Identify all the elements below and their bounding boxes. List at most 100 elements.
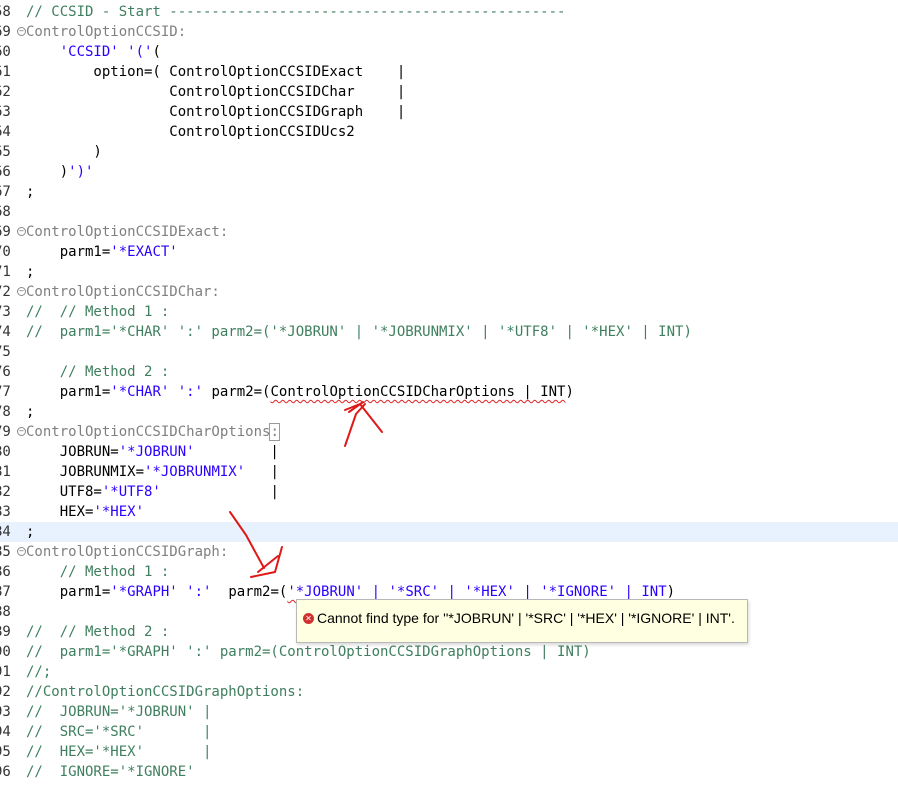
code-text: JOBRUNMIX='*JOBRUNMIX' | [26, 462, 279, 482]
code-text: JOBRUN='*JOBRUN' | [26, 442, 279, 462]
code-token: // HEX='*HEX' | [26, 744, 212, 760]
code-token: //ControlOptionCCSIDGraphOptions: [26, 684, 305, 700]
code-token: '*HEX' [93, 504, 145, 520]
code-line[interactable]: 60 'CCSID' '('( [0, 42, 898, 62]
code-token: '*UTF8' [101, 484, 161, 500]
code-line[interactable]: 62 ControlOptionCCSIDChar | [0, 82, 898, 102]
code-line[interactable]: 78; [0, 402, 898, 422]
code-line[interactable]: 58 // CCSID - Start ---------------------… [0, 2, 898, 22]
code-line[interactable]: 66 )')' [0, 162, 898, 182]
fold-toggle-icon[interactable]: − [17, 427, 26, 436]
code-token: ) [26, 164, 69, 180]
code-line[interactable]: 75 [0, 342, 898, 362]
code-line[interactable]: 69−ControlOptionCCSIDExact: [0, 222, 898, 242]
code-line[interactable]: 74 // parm1='*CHAR' ':' parm2=('*JOBRUN' … [0, 322, 898, 342]
line-number: 81 [0, 464, 11, 480]
code-line[interactable]: 85−ControlOptionCCSIDGraph: [0, 542, 898, 562]
fold-toggle-icon[interactable]: − [17, 287, 26, 296]
line-number: 95 [0, 744, 11, 760]
code-token: ) [26, 144, 102, 160]
code-text: // CCSID - Start -----------------------… [26, 2, 565, 22]
code-line[interactable]: 95 // HEX='*HEX' | [0, 742, 898, 762]
code-token: 'CCSID' '(' [59, 44, 153, 60]
line-number: 73 [0, 304, 11, 320]
code-line[interactable]: 93 // JOBRUN='*JOBRUN' | [0, 702, 898, 722]
line-number: 62 [0, 84, 11, 100]
code-text: ControlOptionCCSIDGraph: [26, 542, 228, 562]
code-line[interactable]: 90 // parm1='*GRAPH' ':' parm2=(ControlOp… [0, 642, 898, 662]
code-line[interactable]: 79−ControlOptionCCSIDCharOptions: [0, 422, 898, 442]
fold-toggle-icon[interactable]: − [17, 547, 26, 556]
code-line[interactable]: 84; [0, 522, 898, 542]
code-line[interactable]: 68 [0, 202, 898, 222]
code-line[interactable]: 67; [0, 182, 898, 202]
code-text: ; [26, 402, 34, 422]
code-line[interactable]: 61 option=( ControlOptionCCSIDExact | [0, 62, 898, 82]
code-text: //ControlOptionCCSIDGraphOptions: [26, 682, 304, 702]
code-line[interactable]: 94 // SRC='*SRC' | [0, 722, 898, 742]
code-line[interactable]: 76 // Method 2 : [0, 362, 898, 382]
code-line[interactable]: 92 //ControlOptionCCSIDGraphOptions: [0, 682, 898, 702]
code-text: // // Method 2 : [26, 622, 169, 642]
line-number: 93 [0, 704, 11, 720]
fold-toggle-icon[interactable]: − [17, 227, 26, 236]
code-line[interactable]: 80 JOBRUN='*JOBRUN' | [0, 442, 898, 462]
code-token: // parm1='*CHAR' ':' parm2=('*JOBRUN' | … [26, 324, 692, 340]
code-line[interactable]: 64 ControlOptionCCSIDUcs2 [0, 122, 898, 142]
code-line[interactable]: 81 JOBRUNMIX='*JOBRUNMIX' | [0, 462, 898, 482]
code-line[interactable]: 69−ControlOptionCCSID: [0, 22, 898, 42]
code-token: JOBRUN= [26, 444, 119, 460]
code-line[interactable]: 77 parm1='*CHAR' ':' parm2=(ControlOptio… [0, 382, 898, 402]
line-number: 71 [0, 264, 11, 280]
code-text: ; [26, 182, 34, 202]
code-text: UTF8='*UTF8' | [26, 482, 279, 502]
code-line[interactable]: 83 HEX='*HEX' [0, 502, 898, 522]
code-line[interactable]: 73 // // Method 1 : [0, 302, 898, 322]
code-line[interactable]: 65 ) [0, 142, 898, 162]
code-editor[interactable]: 58 // CCSID - Start ---------------------… [0, 0, 898, 785]
line-number: 94 [0, 724, 11, 740]
line-number: 83 [0, 504, 11, 520]
code-token: | [160, 484, 279, 500]
line-number: 67 [0, 184, 11, 200]
code-token: // IGNORE='*IGNORE' [26, 764, 195, 780]
code-line[interactable]: 63 ControlOptionCCSIDGraph | [0, 102, 898, 122]
error-message: Cannot find type for ''*JOBRUN' | '*SRC'… [317, 610, 735, 626]
code-line[interactable]: 71; [0, 262, 898, 282]
code-text: parm1='*CHAR' ':' parm2=(ControlOptionCC… [26, 382, 574, 402]
code-text: // JOBRUN='*JOBRUN' | [26, 702, 211, 722]
code-token: HEX= [26, 504, 94, 520]
code-token: // CCSID - Start -----------------------… [26, 4, 566, 20]
code-text: // Method 1 : [26, 562, 170, 582]
line-number: 60 [0, 44, 11, 60]
code-line[interactable]: 72−ControlOptionCCSIDChar: [0, 282, 898, 302]
code-line[interactable]: 86 // Method 1 : [0, 562, 898, 582]
code-line[interactable]: 82 UTF8='*UTF8' | [0, 482, 898, 502]
code-text: )')' [26, 162, 94, 182]
code-line[interactable]: 96 // IGNORE='*IGNORE' [0, 762, 898, 782]
code-token: ControlOptionCCSIDGraph | [26, 104, 406, 120]
code-token: ControlOptionCCSIDExact: [26, 224, 229, 240]
code-token: // JOBRUN='*JOBRUN' | [26, 704, 212, 720]
code-token: ) [565, 384, 574, 400]
code-line[interactable]: 91 //; [0, 662, 898, 682]
line-number: 90 [0, 644, 11, 660]
code-token: //; [26, 664, 52, 680]
code-token: | [245, 464, 279, 480]
line-number: 68 [0, 204, 11, 220]
code-token: ControlOptionCCSIDChar: [26, 284, 220, 300]
line-number: 88 [0, 604, 11, 620]
line-number: 70 [0, 244, 11, 260]
line-number: 65 [0, 144, 11, 160]
code-text: // Method 2 : [26, 362, 170, 382]
fold-toggle-icon[interactable]: − [17, 27, 26, 36]
error-icon: ✕ [303, 613, 314, 624]
code-text: 'CCSID' '('( [26, 42, 161, 62]
code-line[interactable]: 70 parm1='*EXACT' [0, 242, 898, 262]
code-text: // SRC='*SRC' | [26, 722, 211, 742]
